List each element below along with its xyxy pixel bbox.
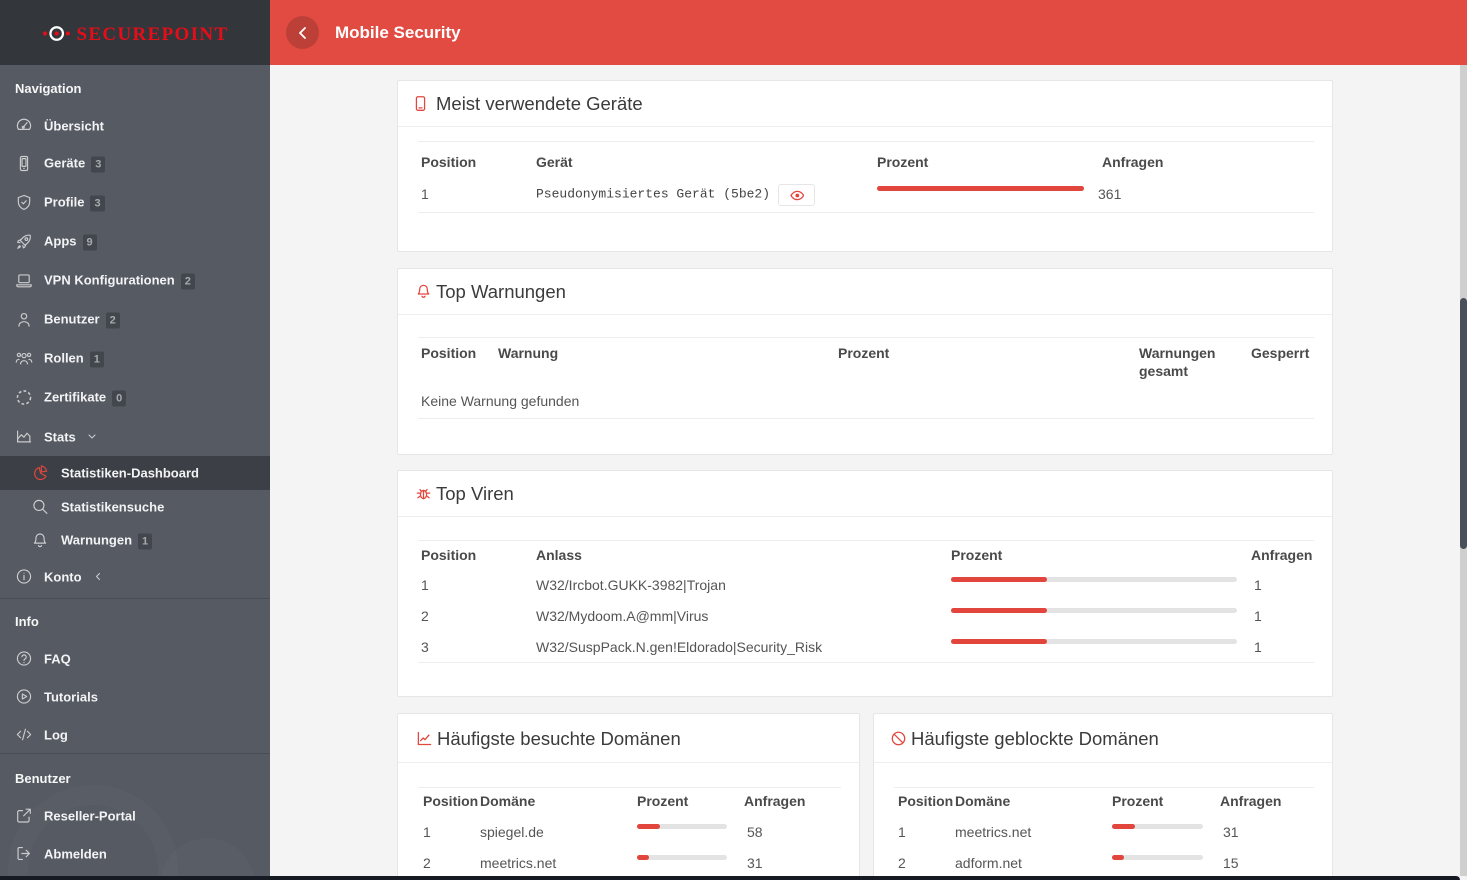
- svg-text:SECUREPOINT: SECUREPOINT: [76, 24, 228, 45]
